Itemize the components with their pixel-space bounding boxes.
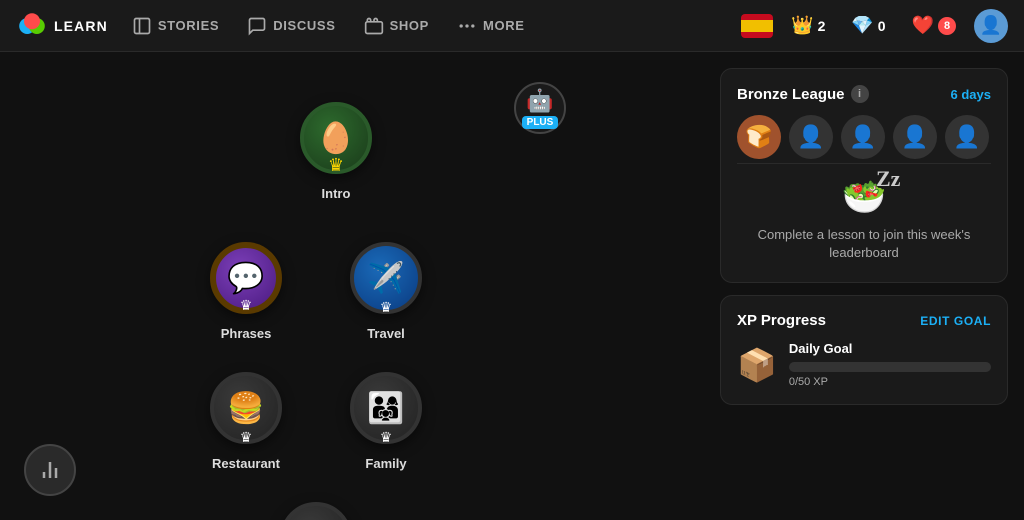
intro-crown: ♛: [328, 155, 344, 176]
xp-title: XP Progress: [737, 312, 826, 329]
stories-icon: [132, 16, 152, 36]
hearts-count: 8: [938, 17, 956, 35]
nav-logo[interactable]: LEARN: [16, 10, 108, 42]
hearts-stat[interactable]: ❤️ 8: [904, 11, 964, 40]
league-avatars: 🍞 👤 👤 👤 👤: [737, 115, 991, 159]
intro-node-circle: 🥚 ♛: [300, 102, 372, 174]
xp-bar-bg: [789, 362, 991, 372]
plus-badge: PLUS: [522, 116, 559, 129]
league-avatar-5[interactable]: 👤: [945, 115, 989, 159]
gems-count: 0: [878, 18, 886, 34]
xp-card: XP Progress EDIT GOAL 📦 Daily Goal 0/50 …: [720, 295, 1008, 405]
lesson-node-restaurant[interactable]: 🍔 ♛ Restaurant: [210, 372, 282, 471]
lesson-node-family[interactable]: 👨‍👩‍👧 ♛ Family: [350, 372, 422, 471]
xp-daily: 📦 Daily Goal 0/50 XP: [737, 341, 991, 388]
plus-avatar-icon: 🤖: [526, 88, 553, 114]
streak-stat[interactable]: 👑 2: [783, 11, 833, 40]
gem-icon: 💎: [851, 15, 873, 36]
sleep-visual: 🥗 Zz: [842, 176, 887, 218]
xp-daily-label: Daily Goal: [789, 341, 991, 356]
nav-shop[interactable]: SHOP: [352, 10, 441, 42]
league-avatar-2[interactable]: 👤: [789, 115, 833, 159]
phrases-crown: ♛: [240, 297, 253, 314]
restaurant-emoji: 🍔: [227, 391, 264, 426]
last-node-circle: 🦶: [280, 502, 352, 520]
fab-button[interactable]: [24, 444, 76, 496]
heart-icon: ❤️: [912, 15, 934, 36]
lesson-area: 🤖 PLUS 🥚 ♛ Intro 💬 ♛ Phrases: [0, 52, 704, 520]
league-header: Bronze League i 6 days: [737, 85, 991, 103]
user-avatar[interactable]: 👤: [974, 9, 1008, 43]
league-card: Bronze League i 6 days 🍞 👤 👤 👤 👤 🥗 Zz: [720, 68, 1008, 283]
xp-progress-text: 0/50 XP: [789, 376, 991, 388]
league-title-text: Bronze League: [737, 86, 845, 103]
plus-button[interactable]: 🤖 PLUS: [514, 82, 566, 134]
league-avatar-3[interactable]: 👤: [841, 115, 885, 159]
league-days: 6 days: [951, 87, 991, 102]
zzz-icon: Zz: [876, 166, 900, 192]
league-avatar-4[interactable]: 👤: [893, 115, 937, 159]
phrases-node-circle: 💬 ♛: [210, 242, 282, 314]
nav-discuss[interactable]: DISCUSS: [235, 10, 347, 42]
gems-stat[interactable]: 💎 0: [843, 11, 893, 40]
travel-crown: ♛: [380, 299, 393, 316]
learn-label: LEARN: [54, 18, 108, 34]
xp-chest-icon: 📦: [737, 346, 777, 384]
xp-bar-section: Daily Goal 0/50 XP: [789, 341, 991, 388]
duolingo-logo-icon: [16, 10, 48, 42]
travel-label: Travel: [367, 326, 405, 341]
restaurant-crown: ♛: [240, 429, 253, 446]
discuss-icon: [247, 16, 267, 36]
phrases-emoji: 💬: [227, 261, 264, 296]
language-flag[interactable]: [741, 14, 773, 38]
fab-chart-icon: [38, 458, 62, 482]
more-icon: [457, 16, 477, 36]
shop-icon: [364, 16, 384, 36]
main-nav: LEARN STORIES DISCUSS SHOP MORE 👑 2 💎 0 …: [0, 0, 1024, 52]
intro-label: Intro: [322, 186, 351, 201]
nav-stories[interactable]: STORIES: [120, 10, 231, 42]
family-node-circle: 👨‍👩‍👧 ♛: [350, 372, 422, 444]
travel-emoji: ✈️: [367, 261, 404, 296]
travel-node-circle: ✈️ ♛: [350, 242, 422, 314]
streak-count: 2: [818, 18, 826, 34]
family-emoji: 👨‍👩‍👧: [367, 391, 404, 426]
lesson-node-last[interactable]: 🦶: [280, 502, 352, 520]
streak-icon: 👑: [791, 15, 813, 36]
league-avatar-1[interactable]: 🍞: [737, 115, 781, 159]
lesson-node-intro[interactable]: 🥚 ♛ Intro: [300, 102, 372, 201]
lesson-node-travel[interactable]: ✈️ ♛ Travel: [350, 242, 422, 341]
right-sidebar: Bronze League i 6 days 🍞 👤 👤 👤 👤 🥗 Zz: [704, 52, 1024, 520]
league-info-icon[interactable]: i: [851, 85, 869, 103]
sleep-section: 🥗 Zz Complete a lesson to join this week…: [737, 163, 991, 266]
lesson-node-phrases[interactable]: 💬 ♛ Phrases: [210, 242, 282, 341]
edit-goal-button[interactable]: EDIT GOAL: [920, 314, 991, 328]
main-content: 🤖 PLUS 🥚 ♛ Intro 💬 ♛ Phrases: [0, 52, 1024, 520]
restaurant-node-circle: 🍔 ♛: [210, 372, 282, 444]
sleep-text: Complete a lesson to join this week's le…: [737, 226, 991, 262]
league-title: Bronze League i: [737, 85, 869, 103]
xp-header: XP Progress EDIT GOAL: [737, 312, 991, 329]
restaurant-label: Restaurant: [212, 456, 280, 471]
intro-emoji: 🥚: [317, 121, 354, 156]
nav-more[interactable]: MORE: [445, 10, 537, 42]
family-label: Family: [365, 456, 406, 471]
family-crown: ♛: [380, 429, 393, 446]
nav-right: 👑 2 💎 0 ❤️ 8 👤: [741, 9, 1008, 43]
nodes-container: 🤖 PLUS 🥚 ♛ Intro 💬 ♛ Phrases: [60, 72, 704, 520]
phrases-label: Phrases: [221, 326, 272, 341]
